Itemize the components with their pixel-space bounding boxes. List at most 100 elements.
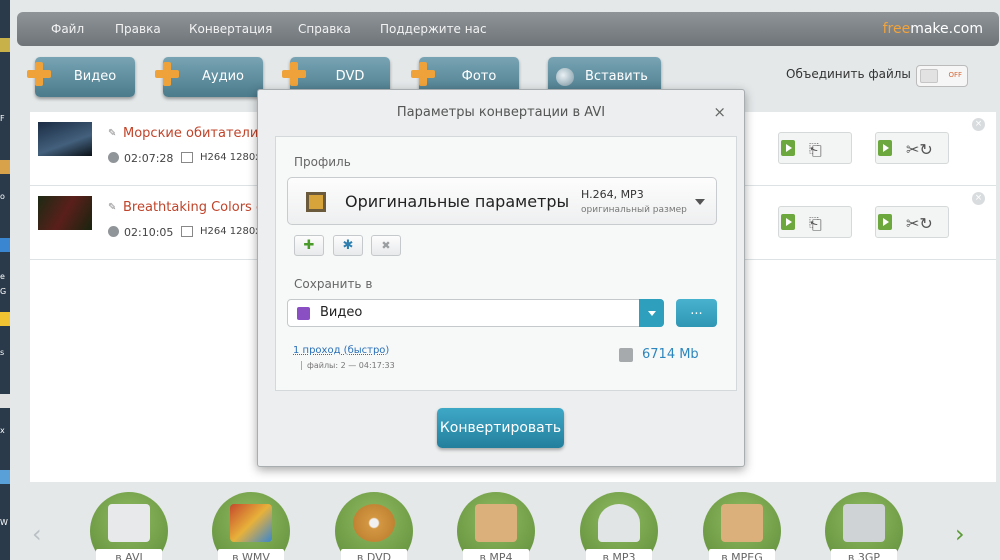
tv-icon bbox=[721, 504, 763, 542]
to-avi-button[interactable]: в AVI bbox=[90, 492, 168, 560]
settings-profile-button[interactable]: ✱ bbox=[333, 235, 363, 256]
desktop-icon[interactable] bbox=[0, 394, 10, 408]
globe-icon bbox=[556, 68, 574, 86]
to-mp4-button[interactable]: в MP4 bbox=[457, 492, 535, 560]
brand-suffix: make.com bbox=[910, 21, 983, 37]
profile-label: Профиль bbox=[294, 155, 351, 169]
profile-size: оригинальный размер bbox=[581, 205, 687, 215]
to-3gp-label: в 3GP bbox=[831, 549, 897, 560]
add-audio-button[interactable]: Аудио bbox=[155, 57, 263, 97]
plus-icon bbox=[155, 62, 179, 86]
play-icon bbox=[878, 214, 892, 230]
remove-file-icon[interactable]: × bbox=[972, 118, 985, 131]
menu-bar: Файл Правка Конвертация Справка Поддержи… bbox=[17, 12, 999, 46]
to-mp3-button[interactable]: в MP3 bbox=[580, 492, 658, 560]
files-info: файлы: 2 — 04:17:33 bbox=[301, 361, 395, 370]
edit-title-icon[interactable]: ✎ bbox=[108, 128, 118, 139]
chevron-left-icon[interactable]: ‹ bbox=[32, 520, 42, 548]
to-wmv-button[interactable]: в WMV bbox=[212, 492, 290, 560]
save-folder-dropdown[interactable] bbox=[639, 299, 664, 327]
desktop-icon[interactable] bbox=[0, 238, 10, 252]
desktop-label: o bbox=[0, 192, 5, 201]
file-title[interactable]: Breathtaking Colors of bbox=[123, 200, 268, 215]
file-duration: 02:07:28 bbox=[124, 152, 174, 165]
menu-support[interactable]: Поддержите нас bbox=[380, 12, 487, 46]
file-format: H264 1280x bbox=[200, 226, 262, 237]
convert-button[interactable]: Конвертировать bbox=[437, 408, 564, 448]
file-title[interactable]: Морские обитатели _ bbox=[123, 126, 269, 141]
edit-output-button[interactable]: ⎗ bbox=[778, 132, 852, 164]
video-thumbnail bbox=[38, 122, 92, 156]
to-dvd-label: в DVD bbox=[341, 549, 407, 560]
file-format: H264 1280x bbox=[200, 152, 262, 163]
conversion-dialog: Параметры конвертации в AVI × Профиль Ор… bbox=[257, 89, 745, 467]
scissors-icon: ✂↻ bbox=[906, 140, 933, 159]
browse-button[interactable]: ... bbox=[676, 299, 717, 327]
profile-name: Оригинальные параметры bbox=[345, 192, 570, 211]
clock-icon bbox=[108, 152, 119, 163]
disk-size-icon bbox=[619, 348, 633, 362]
to-wmv-label: в WMV bbox=[218, 549, 284, 560]
desktop-icon[interactable] bbox=[0, 312, 10, 326]
format-bar: ‹ в AVI в WMV в DVD в MP4 в MP3 в MPEG в… bbox=[10, 482, 1000, 560]
merge-files-toggle[interactable]: OFF bbox=[916, 65, 968, 87]
close-icon[interactable]: × bbox=[713, 104, 726, 120]
to-mp4-label: в MP4 bbox=[463, 549, 529, 560]
play-icon bbox=[781, 214, 795, 230]
desktop-label: e bbox=[0, 272, 5, 281]
desktop-label: s bbox=[0, 348, 5, 357]
add-profile-button[interactable]: ✚ bbox=[294, 235, 324, 256]
dialog-title: Параметры конвертации в AVI bbox=[396, 105, 606, 120]
clock-icon bbox=[108, 226, 119, 237]
profile-codec: H.264, MP3 bbox=[581, 188, 644, 201]
stamp-icon: ⎗ bbox=[809, 140, 822, 159]
pass-mode-link[interactable]: 1 проход (быстро) bbox=[293, 345, 389, 356]
to-mp3-label: в MP3 bbox=[586, 549, 652, 560]
remove-file-icon[interactable]: × bbox=[972, 192, 985, 205]
desktop-icon[interactable] bbox=[0, 38, 10, 52]
earphones-icon bbox=[598, 504, 640, 542]
edit-output-button[interactable]: ⎗ bbox=[778, 206, 852, 238]
toggle-state: OFF bbox=[948, 71, 962, 79]
brand-prefix: free bbox=[882, 21, 911, 37]
toggle-knob bbox=[920, 69, 938, 83]
stamp-icon: ⎗ bbox=[809, 214, 822, 233]
disc-icon bbox=[353, 504, 395, 542]
desktop-icon[interactable] bbox=[0, 470, 10, 484]
menu-edit[interactable]: Правка bbox=[115, 12, 161, 46]
add-video-button[interactable]: Видео bbox=[27, 57, 135, 97]
film-icon bbox=[181, 226, 193, 237]
save-folder-select[interactable]: Видео bbox=[287, 299, 664, 327]
plus-icon bbox=[282, 62, 306, 86]
video-thumbnail bbox=[38, 196, 92, 230]
desktop-label: x bbox=[0, 426, 5, 435]
desktop-icon[interactable] bbox=[0, 160, 10, 174]
edit-title-icon[interactable]: ✎ bbox=[108, 202, 118, 213]
mobile-icon bbox=[843, 504, 885, 542]
add-audio-label: Аудио bbox=[202, 69, 244, 84]
cut-video-button[interactable]: ✂↻ bbox=[875, 132, 949, 164]
clapboard-icon bbox=[108, 504, 150, 542]
chevron-right-icon[interactable]: › bbox=[955, 520, 965, 548]
dialog-panel: Профиль Оригинальные параметры H.264, MP… bbox=[275, 136, 737, 391]
cut-video-button[interactable]: ✂↻ bbox=[875, 206, 949, 238]
film-icon bbox=[306, 192, 326, 212]
media-player-icon bbox=[230, 504, 272, 542]
to-dvd-button[interactable]: в DVD bbox=[335, 492, 413, 560]
desktop-strip: F o e G s x W bbox=[0, 0, 10, 560]
menu-help[interactable]: Справка bbox=[298, 12, 351, 46]
chevron-down-icon bbox=[695, 199, 705, 205]
desktop-label: F bbox=[0, 114, 5, 123]
output-size: 6714 Mb bbox=[642, 347, 699, 362]
brand-logo[interactable]: freemake.com bbox=[883, 12, 983, 46]
menu-convert[interactable]: Конвертация bbox=[189, 12, 272, 46]
to-3gp-button[interactable]: в 3GP bbox=[825, 492, 903, 560]
save-folder-name: Видео bbox=[320, 305, 363, 320]
to-mpeg-button[interactable]: в MPEG bbox=[703, 492, 781, 560]
menu-file[interactable]: Файл bbox=[51, 12, 84, 46]
delete-profile-button[interactable]: ✖ bbox=[371, 235, 401, 256]
file-duration: 02:10:05 bbox=[124, 226, 174, 239]
scissors-icon: ✂↻ bbox=[906, 214, 933, 233]
save-to-label: Сохранить в bbox=[294, 277, 373, 291]
profile-select[interactable]: Оригинальные параметры H.264, MP3 оригин… bbox=[287, 177, 717, 225]
